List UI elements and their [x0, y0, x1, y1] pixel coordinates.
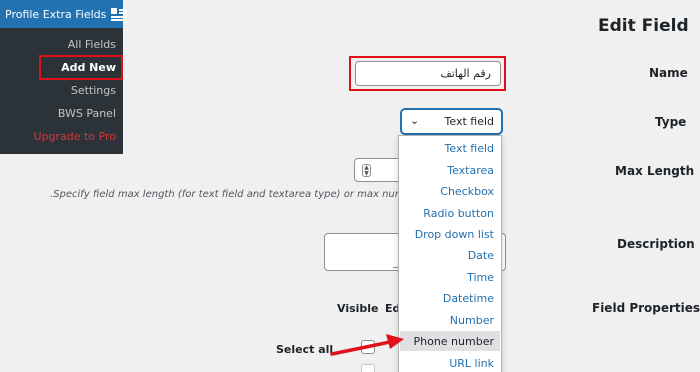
type-option-drop-down-list[interactable]: Drop down list — [415, 228, 494, 241]
description-textarea[interactable] — [324, 233, 402, 271]
annotation-arrow-icon — [330, 334, 404, 356]
type-option-url-link[interactable]: URL link — [449, 357, 494, 370]
type-option-datetime[interactable]: Datetime — [443, 292, 494, 305]
name-input[interactable]: رقم الهاتف — [355, 61, 501, 86]
max-length-label: Max Length — [615, 164, 695, 178]
type-option-text-field[interactable]: Text field — [445, 142, 494, 155]
sidebar-item-settings[interactable]: Settings — [71, 84, 116, 97]
type-option-time[interactable]: Time — [467, 271, 494, 284]
page-title: Edit Field — [598, 16, 689, 36]
max-length-help: .Specify field max length (for text fiel… — [50, 189, 422, 200]
type-select[interactable]: ⌄ Text field — [401, 109, 502, 134]
sidebar-item-upgrade[interactable]: Upgrade to Pro — [33, 130, 116, 143]
row-visible-checkbox[interactable] — [361, 364, 375, 372]
spinner-icon[interactable]: ▲ ▼ — [362, 164, 371, 177]
type-option-date[interactable]: Date — [468, 249, 494, 262]
type-option-checkbox[interactable]: Checkbox — [440, 185, 494, 198]
type-dropdown-list: Text field Textarea Checkbox Radio butto… — [398, 135, 502, 372]
type-option-number[interactable]: Number — [450, 314, 494, 327]
sidebar-item-bws-panel[interactable]: BWS Panel — [58, 107, 116, 120]
max-length-input[interactable]: ▲ ▼ — [354, 158, 404, 182]
field-properties-label: Field Properties — [592, 301, 700, 315]
type-label: Type — [655, 115, 687, 129]
chevron-down-icon: ⌄ — [410, 114, 420, 127]
type-select-value: Text field — [444, 115, 494, 128]
form-icon — [111, 7, 128, 21]
type-option-textarea[interactable]: Textarea — [447, 164, 494, 177]
description-label: Description — [617, 237, 695, 251]
add-new-highlight — [39, 55, 123, 80]
select-all-label: Select all — [276, 343, 334, 356]
type-option-radio-button[interactable]: Radio button — [423, 207, 494, 220]
name-label: Name — [649, 66, 688, 80]
sidebar-item-all-fields[interactable]: All Fields — [68, 38, 116, 51]
type-option-phone-number[interactable]: Phone number — [413, 335, 494, 348]
plugin-menu-header[interactable]: Profile Extra Fields — [0, 0, 128, 28]
plugin-menu-title: Profile Extra Fields — [5, 7, 107, 21]
visible-column-header: Visible — [337, 302, 379, 315]
